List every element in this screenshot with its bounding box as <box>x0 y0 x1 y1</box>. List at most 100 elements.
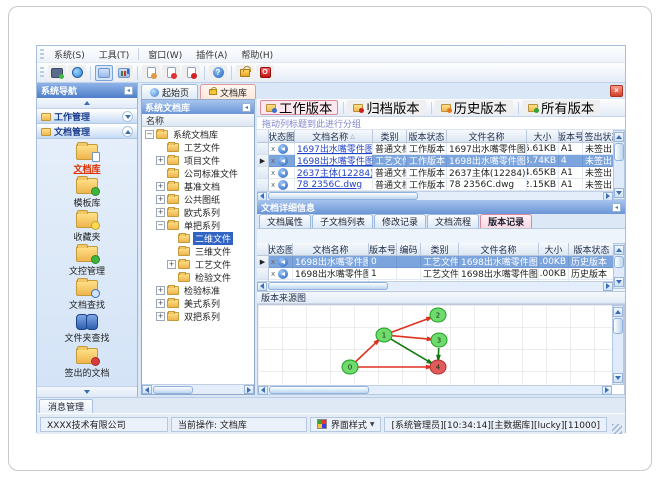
ui-style-selector[interactable]: 界面样式 ▼ <box>309 416 382 432</box>
menu-item-4[interactable]: 插件(A) <box>189 46 234 63</box>
column-header-编码[interactable]: 编码 <box>397 243 421 256</box>
pin-icon[interactable]: ◂ <box>124 86 133 95</box>
cell-文件名称[interactable]: 78 2356C.dwg <box>447 179 527 191</box>
column-header-状态图[interactable]: 状态图 <box>269 130 295 143</box>
cell-编码[interactable] <box>397 256 421 268</box>
document-link[interactable]: 1697出水嘴零件图.dwg <box>297 143 372 154</box>
tree-node-工艺文件[interactable]: 工艺文件 <box>142 141 254 154</box>
sidebar-item-6[interactable]: 文件夹查找 <box>37 312 137 346</box>
cell-版本状态[interactable]: 工作版本 <box>407 143 447 155</box>
sidebar-item-4[interactable]: 文控管理 <box>37 243 137 278</box>
tree-node-公共图纸[interactable]: + 公共图纸 <box>142 193 254 206</box>
button-所有版本[interactable]: 所有版本 <box>521 100 601 116</box>
cell-状态图[interactable]: x <box>269 268 293 280</box>
graph-hscrollbar[interactable] <box>258 385 612 395</box>
table-row-2[interactable]: ▶x1698出水嘴零件图.dwg工艺文件工作版本1698出水嘴零件图.dwg73… <box>257 155 613 167</box>
toolbar-button-logout[interactable]: O <box>256 64 274 81</box>
version-grid-vscrollbar[interactable] <box>613 243 625 289</box>
document-grid-vscrollbar[interactable] <box>613 130 625 200</box>
button-历史版本[interactable]: 历史版本 <box>434 100 513 116</box>
cell-类别[interactable]: 工艺文件 <box>421 268 459 280</box>
chevron-up-icon[interactable] <box>122 126 133 137</box>
detail-tab-修改记录[interactable]: 修改记录 <box>374 214 427 228</box>
expand-icon[interactable]: + <box>156 182 165 191</box>
tree-node-二维文件[interactable]: 二维文件 <box>142 232 254 245</box>
cell-版本号[interactable]: A1 <box>559 179 583 191</box>
cell-大小[interactable]: 73.74KB <box>527 155 559 167</box>
cell-版本状态[interactable]: 工作版本 <box>407 167 447 179</box>
cell-版本状态[interactable]: 工作版本 <box>407 155 447 167</box>
cell-类别[interactable]: 普通文档 <box>373 143 407 155</box>
scroll-right-icon[interactable] <box>602 385 612 395</box>
scroll-up-icon[interactable] <box>614 132 624 142</box>
table-row-4[interactable]: x78 2356C.dwg普通文档工作版本78 2356C.dwg182.15K… <box>257 179 613 191</box>
document-link[interactable]: 78 2356C.dwg <box>297 180 362 190</box>
column-header-大小[interactable]: 大小 <box>539 243 569 256</box>
cell-文档名称[interactable]: 1698出水嘴零件图.dwg <box>293 256 369 268</box>
scroll-up-icon[interactable] <box>614 245 624 255</box>
tree-node-单把系列[interactable]: − 单把系列 <box>142 219 254 232</box>
expand-icon[interactable]: + <box>167 260 176 269</box>
column-header-文档名称[interactable]: 文档名称 △ <box>295 130 373 143</box>
scroll-down-icon[interactable] <box>614 277 624 287</box>
close-icon[interactable]: × <box>610 85 623 97</box>
sidebar-section-2[interactable]: 文档管理 <box>37 124 137 139</box>
tree-node-欧式系列[interactable]: + 欧式系列 <box>142 206 254 219</box>
cell-签出状态[interactable]: 未签出 <box>583 155 613 167</box>
scrollbar-thumb[interactable] <box>614 143 624 161</box>
expand-icon[interactable]: + <box>156 156 165 165</box>
cell-类别[interactable]: 普通文档 <box>373 179 407 191</box>
cell-状态图[interactable]: x <box>269 256 293 268</box>
cell-文件名称[interactable]: 1698出水嘴零件图.dwg <box>459 256 539 268</box>
document-name-editor[interactable]: 1698出水嘴零件图.dwg <box>297 155 372 166</box>
scrollbar-thumb[interactable] <box>613 318 623 334</box>
toolbar-button-help[interactable]: ? <box>209 64 227 81</box>
document-grid-hscrollbar[interactable] <box>257 191 613 201</box>
sidebar-item-7[interactable]: 签出的文档 <box>37 345 137 380</box>
column-header-状态图[interactable]: 状态图 <box>269 243 293 256</box>
sidebar-section-1[interactable]: 工作管理 <box>37 109 137 124</box>
tree-node-三维文件[interactable]: 三维文件 <box>142 245 254 258</box>
tree-node-检验文件[interactable]: 检验文件 <box>142 271 254 284</box>
scrollbar-thumb[interactable] <box>268 192 418 200</box>
column-header-版本号[interactable]: 版本号 <box>559 130 583 143</box>
scroll-down-icon[interactable] <box>614 188 624 198</box>
tree-node-系统文档库[interactable]: − 系统文档库 <box>142 128 254 141</box>
toolbar-button-folder-chart[interactable] <box>115 64 133 81</box>
cell-文档名称[interactable]: 1698出水嘴零件图.dwg <box>295 155 373 167</box>
pin-icon[interactable]: ◂ <box>612 202 621 212</box>
expand-icon[interactable]: + <box>156 312 165 321</box>
cell-状态图[interactable]: x <box>269 167 295 179</box>
cell-文件名称[interactable]: 2637主体(12284).dwg <box>447 167 527 179</box>
collapse-icon[interactable]: − <box>156 221 165 230</box>
cell-大小[interactable]: 96.61KB <box>527 143 559 155</box>
cell-文件名称[interactable]: 1697出水嘴零件图.dwg <box>447 143 527 155</box>
scroll-left-icon[interactable] <box>142 385 152 394</box>
detail-tab-文档流程[interactable]: 文档流程 <box>427 214 480 228</box>
tree-node-美式系列[interactable]: + 美式系列 <box>142 297 254 310</box>
cell-文档名称[interactable]: 1698出水嘴零件图.dwg <box>293 268 369 280</box>
table-row-1[interactable]: x1697出水嘴零件图.dwg普通文档工作版本1697出水嘴零件图.dwg96.… <box>257 143 613 155</box>
scroll-up-icon[interactable] <box>613 307 623 317</box>
column-header-文件名称[interactable]: 文件名称 <box>447 130 527 143</box>
pin-icon[interactable]: ◂ <box>242 102 251 112</box>
menu-item-3[interactable]: 窗口(W) <box>141 46 189 63</box>
tree-node-检验标准[interactable]: + 检验标准 <box>142 284 254 297</box>
scrollbar-thumb[interactable] <box>614 256 624 268</box>
cell-版本号[interactable]: A1 <box>559 143 583 155</box>
scrollbar-thumb[interactable] <box>269 386 369 394</box>
tab-文档库[interactable]: 文档库 <box>200 84 257 99</box>
button-归档版本[interactable]: 归档版本 <box>347 100 426 116</box>
column-header-类别[interactable]: 类别 <box>373 130 407 143</box>
cell-版本状态[interactable]: 工作版本 <box>407 179 447 191</box>
scrollbar-thumb[interactable] <box>268 282 388 290</box>
cell-状态图[interactable]: x <box>269 143 295 155</box>
scroll-left-icon[interactable] <box>258 385 268 395</box>
scrollbar-thumb[interactable] <box>153 385 193 394</box>
scroll-right-icon[interactable] <box>244 385 254 394</box>
toolbar-grip[interactable] <box>40 67 44 78</box>
cell-文件名称[interactable]: 1698出水嘴零件图.dwg <box>447 155 527 167</box>
expand-icon[interactable]: + <box>156 195 165 204</box>
column-header-版本号[interactable]: 版本号 <box>369 243 397 256</box>
toolbar-button-globe[interactable] <box>68 64 86 81</box>
